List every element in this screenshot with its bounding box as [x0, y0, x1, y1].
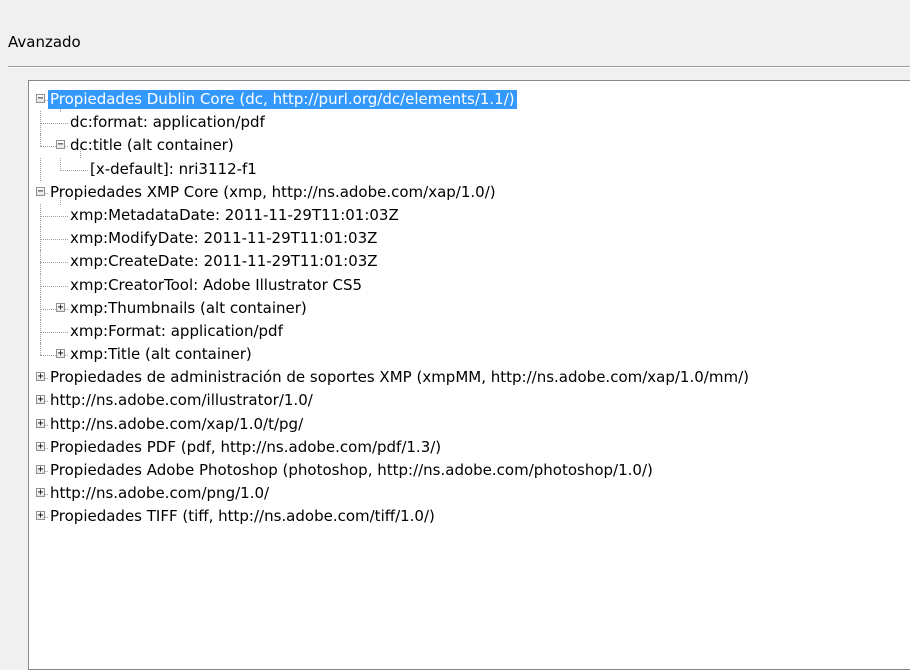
- tree-node-label[interactable]: Propiedades de administración de soporte…: [48, 368, 751, 387]
- tree-guide-line: [40, 134, 41, 146]
- collapse-icon[interactable]: −: [36, 94, 45, 104]
- tree-node[interactable]: − dc:title (alt container): [29, 134, 910, 159]
- tree-node[interactable]: + http://ns.adobe.com/illustrator/1.0/: [29, 389, 910, 412]
- tree-node[interactable]: xmp:MetadataDate: 2011-11-29T11:01:03Z: [29, 203, 910, 228]
- tree-node-label[interactable]: xmp:ModifyDate: 2011-11-29T11:01:03Z: [68, 229, 379, 248]
- expand-icon[interactable]: +: [36, 372, 45, 382]
- tree-node[interactable]: xmp:Format: application/pdf: [29, 319, 910, 344]
- expand-icon[interactable]: +: [36, 418, 45, 428]
- tree-node[interactable]: [x-default]: nri3112-f1: [29, 157, 910, 181]
- section-title: Avanzado: [8, 33, 81, 51]
- tree-connector: [40, 239, 68, 241]
- tree-node-label[interactable]: dc:format: application/pdf: [68, 113, 267, 132]
- tree-node-label[interactable]: Propiedades Dublin Core (dc, http://purl…: [48, 90, 517, 109]
- tree-guide-line: [60, 157, 61, 170]
- tree-connector: [40, 262, 68, 264]
- expand-icon[interactable]: +: [56, 349, 65, 359]
- tree-node-label[interactable]: http://ns.adobe.com/illustrator/1.0/: [48, 391, 315, 410]
- tree-node-label[interactable]: Propiedades Adobe Photoshop (photoshop, …: [48, 461, 655, 480]
- expand-icon[interactable]: +: [36, 511, 45, 521]
- tree-node[interactable]: − Propiedades Dublin Core (dc, http://pur…: [29, 88, 910, 112]
- tree-node[interactable]: + Propiedades Adobe Photoshop (photoshop,…: [29, 459, 910, 482]
- tree-node[interactable]: + xmp:Thumbnails (alt container): [29, 296, 910, 320]
- tree-node-label[interactable]: Propiedades XMP Core (xmp, http://ns.ado…: [48, 183, 498, 202]
- collapse-icon[interactable]: −: [36, 186, 45, 196]
- expand-icon[interactable]: +: [56, 302, 65, 312]
- tree-node-label[interactable]: Propiedades TIFF (tiff, http://ns.adobe.…: [48, 507, 437, 526]
- tree-guide-line: [40, 157, 41, 181]
- section-divider: [8, 66, 910, 68]
- tree-node-label[interactable]: http://ns.adobe.com/png/1.0/: [48, 484, 271, 503]
- tree-node-label[interactable]: xmp:CreatorTool: Adobe Illustrator CS5: [68, 276, 364, 295]
- tree-connector: [60, 169, 88, 171]
- collapse-icon[interactable]: −: [56, 140, 65, 150]
- metadata-tree[interactable]: − Propiedades Dublin Core (dc, http://pur…: [28, 80, 910, 670]
- tree-connector: [40, 123, 68, 125]
- expand-icon[interactable]: +: [36, 488, 45, 498]
- expand-icon[interactable]: +: [36, 441, 45, 451]
- tree-node[interactable]: dc:format: application/pdf: [29, 111, 910, 135]
- tree-node-label[interactable]: Propiedades PDF (pdf, http://ns.adobe.co…: [48, 438, 443, 457]
- tree-connector: [40, 285, 68, 287]
- tree-node[interactable]: xmp:CreateDate: 2011-11-29T11:01:03Z: [29, 250, 910, 274]
- tree-node[interactable]: xmp:ModifyDate: 2011-11-29T11:01:03Z: [29, 227, 910, 251]
- tree-node[interactable]: + Propiedades de administración de soport…: [29, 366, 910, 389]
- tree-node[interactable]: + http://ns.adobe.com/png/1.0/: [29, 482, 910, 505]
- tree-node-label[interactable]: xmp:Title (alt container): [68, 345, 254, 364]
- tree-node[interactable]: + Propiedades PDF (pdf, http://ns.adobe.c…: [29, 436, 910, 459]
- tree-rows: − Propiedades Dublin Core (dc, http://pur…: [29, 88, 910, 529]
- expand-icon[interactable]: +: [36, 465, 45, 475]
- tree-node-label[interactable]: xmp:Thumbnails (alt container): [68, 299, 309, 318]
- tree-node-label[interactable]: xmp:MetadataDate: 2011-11-29T11:01:03Z: [68, 206, 401, 225]
- tree-node-label[interactable]: [x-default]: nri3112-f1: [88, 160, 259, 179]
- tree-guide-line: [40, 343, 41, 355]
- tree-node-label[interactable]: xmp:CreateDate: 2011-11-29T11:01:03Z: [68, 252, 380, 271]
- tree-connector: [40, 215, 68, 217]
- tree-node-label[interactable]: xmp:Format: application/pdf: [68, 322, 285, 341]
- tree-connector: [40, 331, 68, 333]
- tree-node[interactable]: xmp:CreatorTool: Adobe Illustrator CS5: [29, 273, 910, 297]
- expand-icon[interactable]: +: [36, 395, 45, 405]
- tree-node[interactable]: + xmp:Title (alt container): [29, 343, 910, 366]
- tree-node-label[interactable]: dc:title (alt container): [68, 136, 236, 155]
- tree-node[interactable]: − Propiedades XMP Core (xmp, http://ns.ad…: [29, 181, 910, 205]
- tree-node[interactable]: + Propiedades TIFF (tiff, http://ns.adobe…: [29, 505, 910, 528]
- tree-node-label[interactable]: http://ns.adobe.com/xap/1.0/t/pg/: [48, 415, 305, 434]
- tree-node[interactable]: + http://ns.adobe.com/xap/1.0/t/pg/: [29, 413, 910, 436]
